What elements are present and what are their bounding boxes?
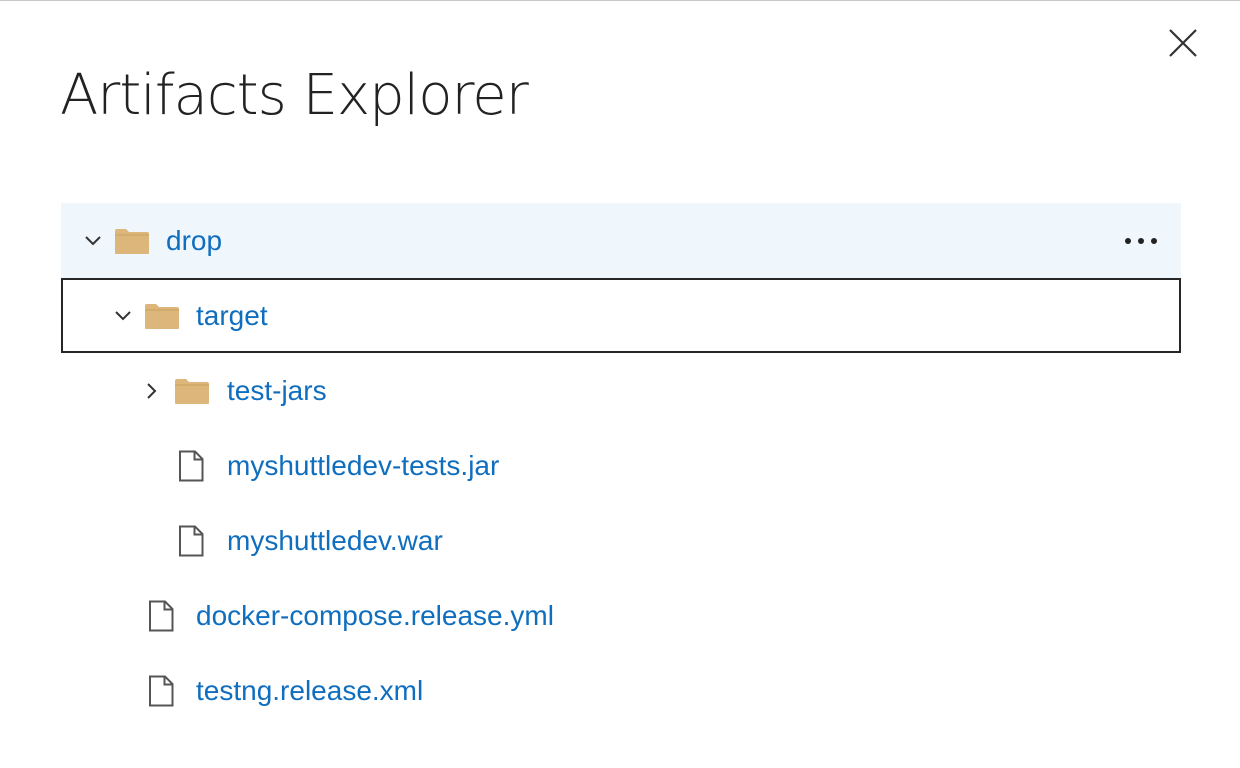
- file-icon: [141, 653, 181, 728]
- tree-row-docker-compose-release-yml[interactable]: docker-compose.release.yml: [61, 578, 1181, 653]
- close-button[interactable]: [1163, 23, 1203, 63]
- file-icon: [171, 503, 211, 578]
- file-icon: [141, 578, 181, 653]
- tree-row-myshuttledev-war[interactable]: myshuttledev.war: [61, 503, 1181, 578]
- ellipsis-icon: [1125, 237, 1157, 244]
- file-icon: [171, 428, 211, 503]
- dialog-title: Artifacts Explorer: [60, 63, 529, 128]
- chevron-down-icon[interactable]: [109, 280, 137, 351]
- tree-item-label: test-jars: [227, 374, 327, 406]
- tree-item-label: testng.release.xml: [196, 674, 424, 706]
- tree-item-label: drop: [166, 224, 223, 256]
- chevron-right-icon[interactable]: [138, 353, 166, 428]
- folder-icon: [172, 353, 212, 428]
- tree-item-label: myshuttledev-tests.jar: [227, 449, 500, 481]
- close-icon: [1169, 29, 1197, 57]
- tree-row-drop[interactable]: drop: [61, 203, 1181, 278]
- artifacts-tree: drop target test-jars myshuttledev-tests…: [61, 203, 1181, 728]
- tree-item-label: myshuttledev.war: [227, 524, 443, 556]
- tree-row-test-jars[interactable]: test-jars: [61, 353, 1181, 428]
- tree-row-myshuttledev-tests-jar[interactable]: myshuttledev-tests.jar: [61, 428, 1181, 503]
- artifacts-explorer-dialog: Artifacts Explorer drop target test-jars…: [0, 0, 1240, 768]
- folder-icon: [112, 203, 152, 278]
- more-actions-button[interactable]: [1121, 226, 1161, 256]
- tree-item-label: docker-compose.release.yml: [196, 599, 554, 631]
- folder-icon: [142, 280, 182, 351]
- chevron-down-icon[interactable]: [79, 203, 107, 278]
- tree-item-label: target: [196, 299, 268, 331]
- tree-row-testng-release-xml[interactable]: testng.release.xml: [61, 653, 1181, 728]
- tree-row-target[interactable]: target: [61, 278, 1181, 353]
